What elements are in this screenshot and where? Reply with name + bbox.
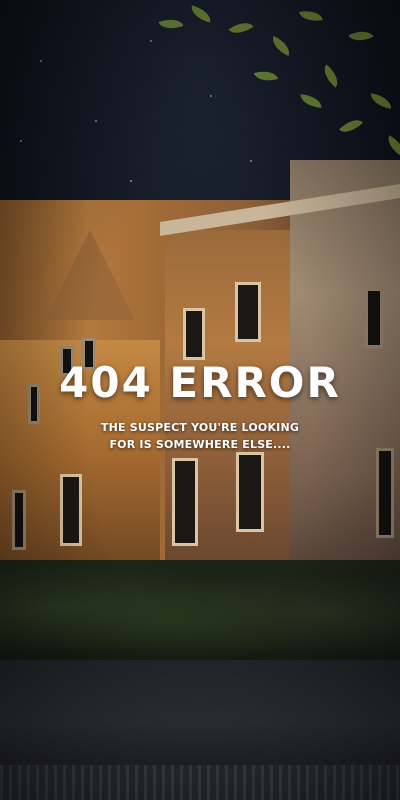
error-message-line-2: FOR IS SOMEWHERE ELSE....: [109, 438, 291, 451]
error-message: THE SUSPECT YOU'RE LOOKING FOR IS SOMEWH…: [70, 419, 330, 453]
error-title: 404 ERROR: [59, 358, 341, 407]
error-content: 404 ERROR THE SUSPECT YOU'RE LOOKING FOR…: [0, 355, 400, 453]
error-message-line-1: THE SUSPECT YOU'RE LOOKING: [100, 421, 300, 434]
